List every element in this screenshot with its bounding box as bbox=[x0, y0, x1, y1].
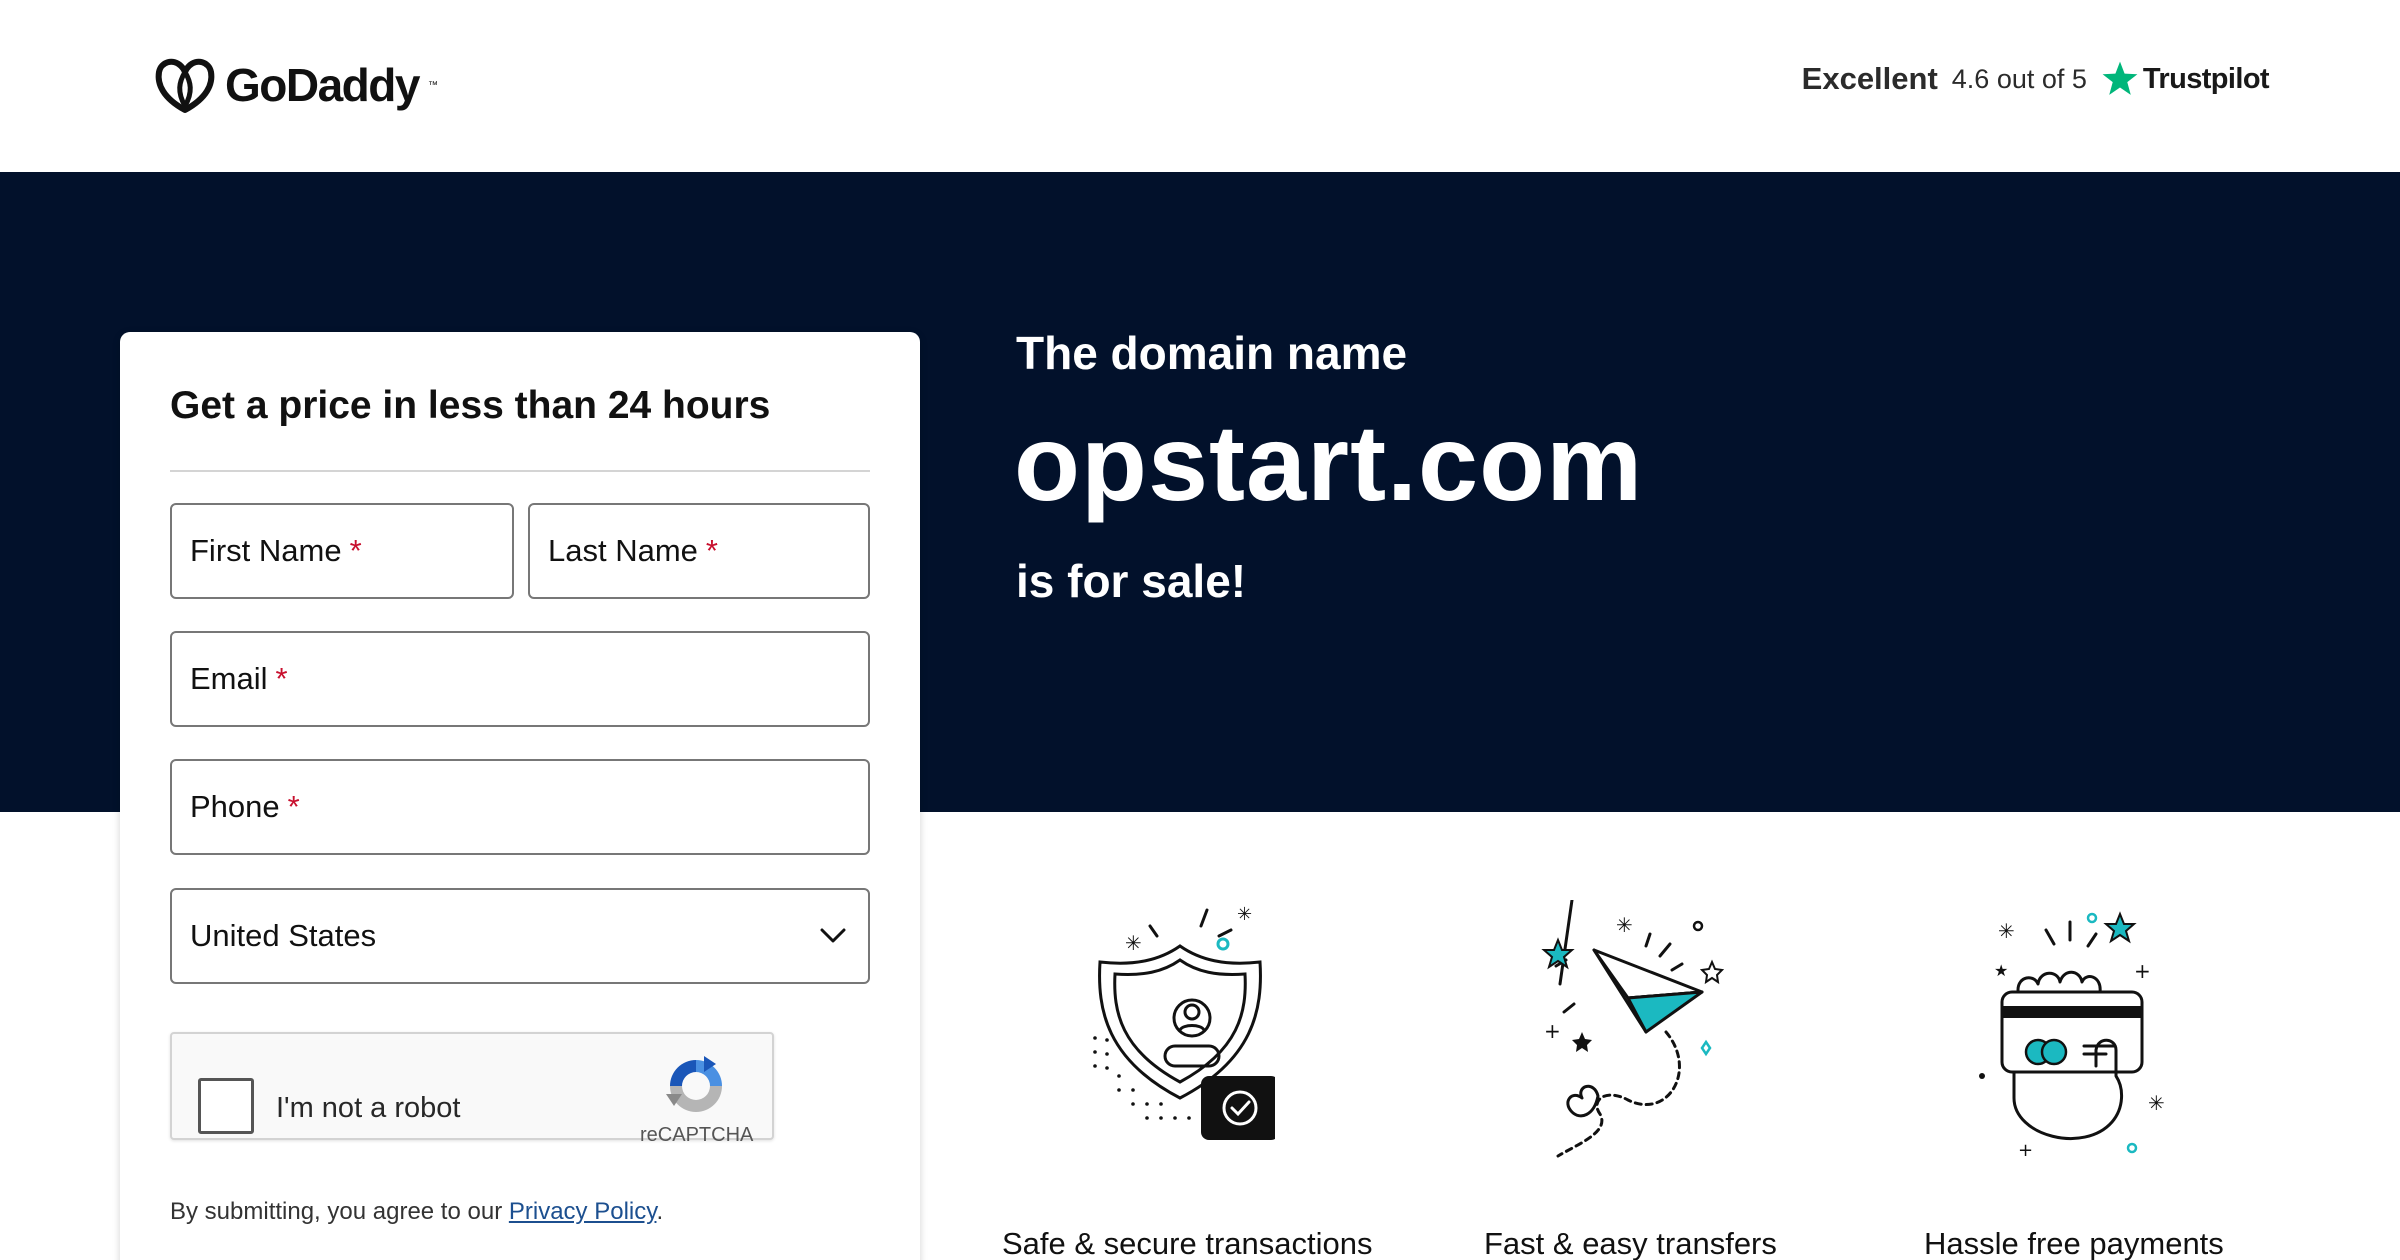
required-mark: * bbox=[349, 533, 362, 568]
required-mark: * bbox=[275, 661, 288, 696]
recaptcha-label: I'm not a robot bbox=[276, 1092, 461, 1124]
svg-text:+: + bbox=[2018, 1140, 2033, 1161]
first-name-label: First Name bbox=[190, 533, 342, 568]
site-header: GoDaddy ™ Excellent 4.6 out of 5 Trustpil… bbox=[0, 0, 2400, 172]
email-field[interactable]: Email * bbox=[170, 631, 870, 727]
privacy-policy-link[interactable]: Privacy Policy bbox=[509, 1198, 657, 1225]
last-name-label: Last Name bbox=[548, 533, 698, 568]
last-name-field[interactable]: Last Name * bbox=[528, 503, 870, 599]
feature-label-secure: Safe & secure transactions bbox=[1002, 1226, 1373, 1260]
recaptcha-checkbox[interactable] bbox=[198, 1078, 254, 1134]
trustpilot-rating[interactable]: Excellent 4.6 out of 5 Trustpilot bbox=[1801, 60, 2270, 98]
hero-for-sale: is for sale! bbox=[1016, 555, 1247, 607]
svg-text:+: + bbox=[2134, 959, 2151, 983]
feature-label-transfers: Fast & easy transfers bbox=[1484, 1226, 1777, 1260]
logo-wordmark: GoDaddy bbox=[225, 59, 420, 111]
phone-label: Phone bbox=[190, 789, 280, 824]
form-title: Get a price in less than 24 hours bbox=[170, 384, 771, 427]
consent-prefix: By submitting, you agree to our bbox=[170, 1198, 503, 1225]
svg-text:✳: ✳ bbox=[1616, 913, 1633, 937]
recaptcha-widget: I'm not a robot reCAPTCHA bbox=[170, 1032, 774, 1146]
svg-text:✳: ✳ bbox=[2148, 1091, 2164, 1115]
godaddy-logo[interactable]: GoDaddy ™ bbox=[153, 56, 438, 114]
credit-card-hand-icon: ✳ ✳ ★ + + bbox=[1979, 911, 2164, 1161]
svg-text:+: + bbox=[1544, 1019, 1561, 1043]
recaptcha-brand: reCAPTCHA bbox=[640, 1124, 754, 1146]
feature-label-payments: Hassle free payments bbox=[1924, 1226, 2224, 1260]
trustpilot-star-icon bbox=[2102, 61, 2138, 95]
svg-text:✳: ✳ bbox=[1998, 919, 2015, 943]
price-request-form: Get a price in less than 24 hours First … bbox=[120, 332, 920, 1260]
rating-word: Excellent bbox=[1801, 61, 1938, 96]
country-value: United States bbox=[190, 918, 377, 953]
first-name-field[interactable]: First Name * bbox=[170, 503, 514, 599]
phone-field[interactable]: Phone * bbox=[170, 759, 870, 855]
svg-text:✳: ✳ bbox=[1125, 931, 1142, 955]
consent-suffix: . bbox=[656, 1198, 664, 1225]
svg-text:✳: ✳ bbox=[1237, 904, 1252, 925]
chevron-down-icon bbox=[820, 928, 846, 943]
recaptcha-logo-icon bbox=[666, 1056, 722, 1112]
trustpilot-label: Trustpilot bbox=[2142, 62, 2270, 95]
consent-text: By submitting, you agree to our Privacy … bbox=[170, 1198, 663, 1226]
shield-icon: ✳ ✳ bbox=[1093, 904, 1275, 1140]
logo-trademark: ™ bbox=[427, 79, 438, 91]
domain-name-heading: opstart.com bbox=[1014, 402, 1644, 523]
country-select[interactable]: United States bbox=[170, 888, 870, 984]
required-mark: * bbox=[287, 789, 300, 824]
form-divider bbox=[170, 470, 870, 472]
required-mark: * bbox=[705, 533, 718, 568]
rating-score: 4.6 out of 5 bbox=[1951, 63, 2087, 94]
trustpilot-logo: Trustpilot bbox=[2101, 60, 2270, 98]
svg-text:★: ★ bbox=[1994, 961, 2008, 980]
paper-plane-icon: ✳ + bbox=[1541, 900, 1725, 1158]
godaddy-heart-logo-icon bbox=[155, 58, 215, 113]
hero-intro: The domain name bbox=[1016, 327, 1408, 379]
email-label: Email bbox=[190, 661, 268, 696]
